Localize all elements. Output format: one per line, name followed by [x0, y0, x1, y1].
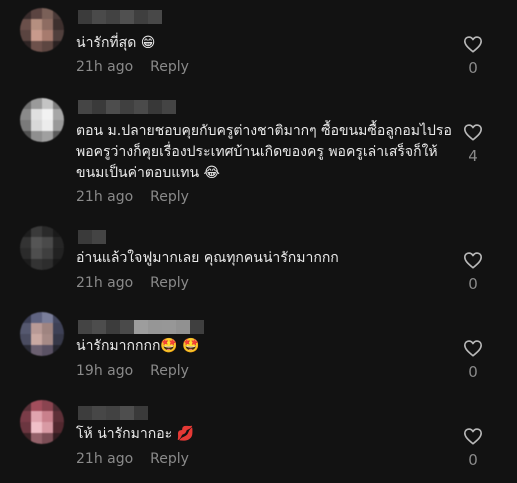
avatar[interactable]: [20, 226, 64, 270]
comment-text: น่ารักมากกกก🤩 🤩: [76, 338, 200, 354]
timestamp: 19h ago: [76, 363, 134, 379]
like-count: 0: [468, 451, 478, 469]
timestamp: 21h ago: [76, 451, 134, 467]
timestamp: 21h ago: [76, 189, 134, 205]
avatar[interactable]: [20, 8, 64, 52]
username-redacted[interactable]: [78, 10, 162, 24]
like-count: 0: [468, 275, 478, 293]
comment-meta: 21h ago Reply: [76, 189, 189, 205]
reply-button[interactable]: Reply: [150, 59, 189, 75]
heart-outline-icon: [464, 340, 482, 357]
comment-item: โห้ น่ารักมากอะ 💋 21h ago Reply 0: [0, 396, 517, 483]
comment-text: ตอน ม.ปลายชอบคุยกับครูต่างชาติมากๆ ซื้อข…: [76, 123, 452, 181]
reply-button[interactable]: Reply: [150, 275, 189, 291]
username-redacted[interactable]: [78, 230, 106, 244]
avatar[interactable]: [20, 312, 64, 356]
reply-button[interactable]: Reply: [150, 363, 189, 379]
comment-item: อ่านแล้วใจฟูมากเลย คุณทุกคนน่ารักมากกก 2…: [0, 220, 517, 310]
heart-outline-icon: [464, 36, 482, 53]
like-button[interactable]: 4: [462, 123, 484, 165]
comment-meta: 19h ago Reply: [76, 363, 189, 379]
username-redacted[interactable]: [78, 320, 204, 334]
like-button[interactable]: 0: [462, 339, 484, 381]
comment-item: น่ารักมากกกก🤩 🤩 19h ago Reply 0: [0, 310, 517, 400]
timestamp: 21h ago: [76, 275, 134, 291]
comment-item: น่ารักที่สุด 😁 21h ago Reply 0: [0, 0, 517, 90]
comment-meta: 21h ago Reply: [76, 451, 189, 467]
username-redacted[interactable]: [78, 406, 148, 420]
comment-text: โห้ น่ารักมากอะ 💋: [76, 426, 195, 442]
like-button[interactable]: 0: [462, 427, 484, 469]
reply-button[interactable]: Reply: [150, 189, 189, 205]
heart-outline-icon: [464, 428, 482, 445]
heart-outline-icon: [464, 252, 482, 269]
heart-outline-icon: [464, 124, 482, 141]
username-redacted[interactable]: [78, 100, 176, 114]
like-button[interactable]: 0: [462, 35, 484, 77]
timestamp: 21h ago: [76, 59, 134, 75]
reply-button[interactable]: Reply: [150, 451, 189, 467]
comment-item: ตอน ม.ปลายชอบคุยกับครูต่างชาติมากๆ ซื้อข…: [0, 90, 517, 220]
comment-meta: 21h ago Reply: [76, 59, 189, 75]
avatar[interactable]: [20, 98, 64, 142]
like-count: 0: [468, 363, 478, 381]
like-count: 0: [468, 59, 478, 77]
comment-text: น่ารักที่สุด 😁: [76, 35, 156, 51]
like-button[interactable]: 0: [462, 251, 484, 293]
comment-meta: 21h ago Reply: [76, 275, 189, 291]
like-count: 4: [468, 147, 478, 165]
avatar[interactable]: [20, 400, 64, 444]
comment-text: อ่านแล้วใจฟูมากเลย คุณทุกคนน่ารักมากกก: [76, 250, 339, 266]
